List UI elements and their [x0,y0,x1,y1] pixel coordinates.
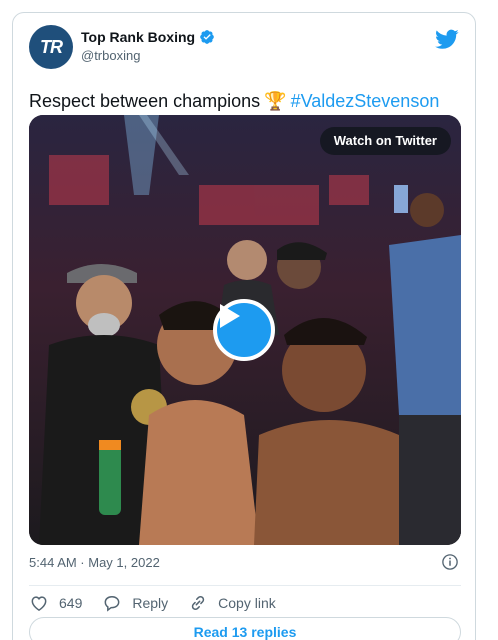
reply-icon [104,595,120,612]
account-handle[interactable]: @trboxing [81,48,140,63]
like-button[interactable]: 649 [29,593,82,613]
play-button[interactable] [213,299,275,361]
read-replies-button[interactable]: Read 13 replies [29,617,461,640]
trophy-icon: 🏆 [264,91,287,111]
hashtag-link[interactable]: #ValdezStevenson [291,91,440,111]
copy-link-button[interactable]: Copy link [188,593,276,613]
video-player[interactable]: Watch on Twitter [29,115,461,545]
watch-on-twitter-button[interactable]: Watch on Twitter [319,127,451,155]
divider [29,585,461,586]
verified-badge-icon [200,30,214,44]
account-name[interactable]: Top Rank Boxing [81,29,195,45]
link-icon [191,595,205,611]
tweet-body: Respect between champions [29,91,261,111]
reply-label: Reply [132,595,169,611]
account-name-row: Top Rank Boxing [81,29,215,45]
info-icon[interactable] [441,553,459,571]
heart-icon [31,596,47,611]
tweet-header: TR Top Rank Boxing @trboxing [29,25,461,73]
twitter-logo-icon[interactable] [435,27,459,51]
tweet-text: Respect between champions 🏆 #ValdezStevens… [29,91,439,112]
tweet-card: TR Top Rank Boxing @trboxing Respect bet… [12,12,476,640]
like-count: 649 [59,595,83,611]
copy-link-label: Copy link [218,595,276,611]
avatar[interactable]: TR [29,25,73,69]
reply-button[interactable]: Reply [102,593,168,613]
avatar-logo-text: TR [40,36,63,57]
tweet-timestamp[interactable]: 5:44 AM · May 1, 2022 [29,555,160,570]
play-icon [220,304,240,328]
tweet-actions: 649 Reply Copy link [29,591,296,615]
